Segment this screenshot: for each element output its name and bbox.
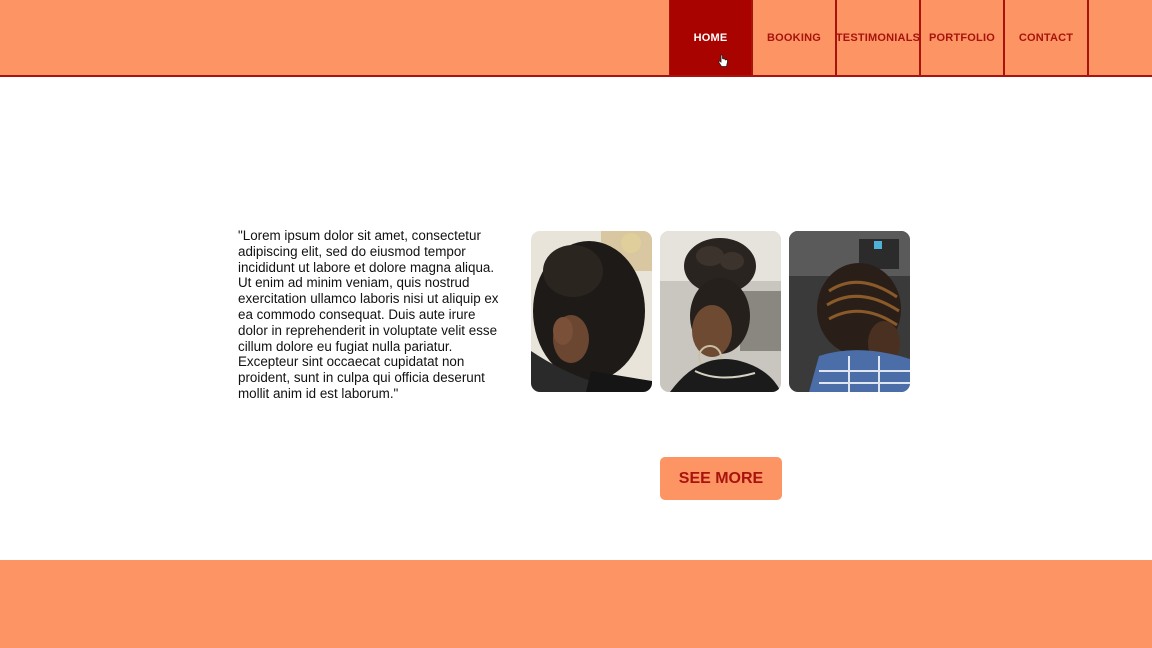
pointer-cursor-icon — [717, 54, 728, 67]
locs-style-photo[interactable] — [789, 231, 910, 392]
testimonial-quote: "Lorem ipsum dolor sit amet, consectetur… — [238, 228, 499, 401]
natural-hair-photo[interactable] — [531, 231, 652, 392]
nav-home-label: HOME — [693, 31, 728, 44]
nav-home[interactable]: HOME — [669, 0, 753, 75]
nav-contact[interactable]: CONTACT — [1005, 0, 1089, 75]
nav-portfolio-label: PORTFOLIO — [929, 31, 995, 44]
updo-braids-photo[interactable] — [660, 231, 781, 392]
see-more-button[interactable]: SEE MORE — [660, 457, 782, 500]
nav-portfolio[interactable]: PORTFOLIO — [921, 0, 1005, 75]
site-footer — [0, 560, 1152, 648]
nav-booking-label: BOOKING — [767, 31, 821, 44]
nav-testimonials-label: TESTIMONIALS — [835, 31, 921, 44]
nav-testimonials[interactable]: TESTIMONIALS — [835, 0, 921, 75]
nav-booking[interactable]: BOOKING — [753, 0, 837, 75]
site-header: HOME BOOKING TESTIMONIALS PORTFOLIO CONT… — [0, 0, 1152, 77]
photo-gallery — [531, 231, 910, 392]
nav-contact-label: CONTACT — [1018, 31, 1074, 44]
main-nav: HOME BOOKING TESTIMONIALS PORTFOLIO CONT… — [669, 0, 1089, 75]
